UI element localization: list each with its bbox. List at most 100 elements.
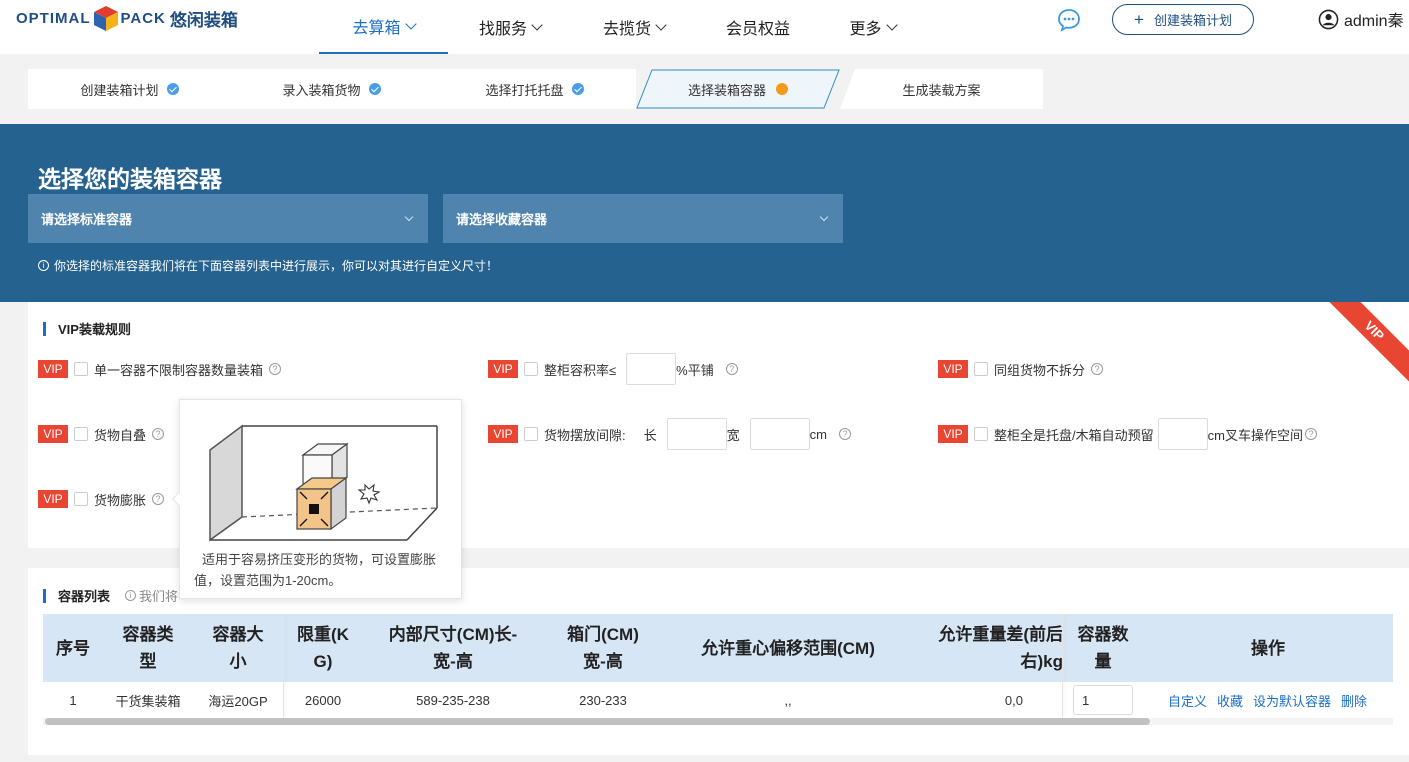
width-label: 宽 xyxy=(726,427,740,443)
header-text: 宽-高 xyxy=(433,652,473,671)
standard-container-select[interactable]: 请选择标准容器 xyxy=(28,194,428,243)
nav-item-label: 去算箱 xyxy=(352,20,401,37)
header-text: 允许重心偏移范围(CM) xyxy=(701,638,875,658)
chevron-down-icon xyxy=(655,18,667,31)
header-text: 型 xyxy=(139,652,157,671)
logo[interactable]: OPTIMAL PACK 悠闲装箱 xyxy=(16,4,238,32)
info-icon: i xyxy=(125,590,136,601)
delete-link[interactable]: 删除 xyxy=(1341,691,1367,710)
step-label: 生成装载方案 xyxy=(902,82,981,98)
cell-weight-diff: 0,0 xyxy=(1004,692,1023,708)
forklift-space-input[interactable] xyxy=(1157,418,1208,450)
fixed-column-divider xyxy=(1062,614,1063,718)
banner-note-text: 你选择的标准容器我们将在下面容器列表中进行展示，你可以对其进行自定义尺寸！ xyxy=(54,259,499,273)
check-icon xyxy=(166,83,179,95)
user-avatar-icon xyxy=(1318,9,1339,29)
help-icon[interactable]: ? xyxy=(839,428,851,440)
plus-icon: + xyxy=(1134,9,1144,29)
check-icon xyxy=(368,83,381,95)
step-label: 录入装箱货物 xyxy=(282,82,361,98)
set-default-link[interactable]: 设为默认容器 xyxy=(1253,691,1331,710)
rule-label-suffix: cm叉车操作空间 xyxy=(1207,427,1303,443)
main-nav: 去算箱 找服务 去揽货 会员权益 更多 xyxy=(319,0,925,54)
header-text: 允许重量差(前后 xyxy=(938,625,1063,644)
vip-corner-ribbon: VIP xyxy=(1313,302,1409,392)
header-offset: 允许重心偏移范围(CM) xyxy=(663,614,913,682)
rule-checkbox[interactable] xyxy=(524,427,538,441)
cell-qty: 1 xyxy=(1063,682,1143,718)
table-horizontal-scrollbar[interactable] xyxy=(43,718,1393,725)
header-text: 序号 xyxy=(56,638,90,658)
expansion-illustration-icon xyxy=(209,424,438,542)
nav-item-more[interactable]: 更多 xyxy=(820,0,925,54)
user-menu[interactable]: admin秦 xyxy=(1318,7,1404,31)
rule-checkbox[interactable] xyxy=(74,362,88,376)
vip-badge: VIP xyxy=(938,360,968,378)
header-text: 小 xyxy=(229,652,247,671)
vip-badge: VIP xyxy=(488,360,518,378)
fixed-column-divider xyxy=(283,614,284,718)
section-title-text: VIP装载规则 xyxy=(58,322,131,337)
step-input-goods[interactable]: 录入装箱货物 xyxy=(230,69,433,109)
help-icon[interactable]: ? xyxy=(152,493,165,505)
header-size: 容器大小 xyxy=(193,614,283,682)
volume-ratio-input[interactable] xyxy=(626,353,677,385)
nav-item-membership[interactable]: 会员权益 xyxy=(696,0,820,54)
gap-width-input[interactable] xyxy=(749,418,810,450)
rule-checkbox[interactable] xyxy=(974,362,988,376)
container-select-banner: 选择您的装箱容器 请选择标准容器 请选择收藏容器 i 你选择的标准容器我们将在下… xyxy=(0,124,1409,302)
help-icon[interactable]: ? xyxy=(269,363,282,375)
header-index: 序号 xyxy=(43,614,103,682)
rule-checkbox[interactable] xyxy=(74,427,88,441)
rule-label: 货物膨胀 xyxy=(94,492,147,508)
logo-cube-icon xyxy=(92,4,120,32)
current-step-dot xyxy=(776,83,788,95)
step-select-container[interactable]: 选择装箱容器 xyxy=(636,69,840,109)
help-icon[interactable]: ? xyxy=(1091,363,1104,375)
header-text: 容器类 xyxy=(122,625,174,644)
header-weight: 限重(K G) xyxy=(283,614,363,682)
help-icon[interactable]: ? xyxy=(152,428,165,440)
logo-text-left: OPTIMAL xyxy=(16,9,91,27)
favorite-container-select[interactable]: 请选择收藏容器 xyxy=(443,194,843,243)
header-weight-diff: 允许重量差(前后 右)kg xyxy=(913,614,1063,682)
header-type: 容器类型 xyxy=(103,614,193,682)
nav-item-label: 去揽货 xyxy=(602,21,651,38)
nav-item-cargo[interactable]: 去揽货 xyxy=(572,0,696,54)
logo-text-cn: 悠闲装箱 xyxy=(169,10,238,30)
create-plan-button[interactable]: + 创建装箱计划 xyxy=(1112,4,1254,35)
customize-link[interactable]: 自定义 xyxy=(1168,691,1207,710)
rule-label: 整柜全是托盘/木箱自动预留 xyxy=(994,427,1154,443)
vip-badge: VIP xyxy=(488,425,518,443)
help-icon[interactable]: ? xyxy=(1304,428,1317,440)
info-icon: i xyxy=(38,260,49,271)
header-text: 宽-高 xyxy=(583,652,623,671)
help-icon[interactable]: ? xyxy=(725,363,738,375)
nav-item-calc[interactable]: 去算箱 xyxy=(319,0,448,54)
select-placeholder: 请选择收藏容器 xyxy=(456,212,548,227)
gap-length-input[interactable] xyxy=(666,418,727,450)
cell-weight: 26000 xyxy=(304,692,342,708)
step-create-plan[interactable]: 创建装箱计划 xyxy=(28,69,231,109)
step-generate-plan[interactable]: 生成装载方案 xyxy=(840,69,1043,109)
check-icon xyxy=(571,83,584,95)
page-title: 选择您的装箱容器 xyxy=(38,166,222,192)
rule-checkbox[interactable] xyxy=(74,492,88,506)
scrollbar-thumb[interactable] xyxy=(45,718,1150,725)
rule-checkbox[interactable] xyxy=(974,427,988,441)
chevron-down-icon xyxy=(819,212,829,222)
section-title-text: 容器列表 xyxy=(58,589,111,604)
rule-checkbox[interactable] xyxy=(524,362,538,376)
length-label: 长 xyxy=(643,427,657,443)
nav-item-label: 会员权益 xyxy=(725,21,790,38)
header-inner-size: 内部尺寸(CM)长- 宽-高 xyxy=(363,614,543,682)
container-qty-input[interactable]: 1 xyxy=(1073,685,1133,715)
chat-icon[interactable] xyxy=(1056,7,1082,33)
logo-text-right: PACK xyxy=(120,9,166,27)
rule-single-container: VIP 单一容器不限制容器数量装箱 ? xyxy=(38,353,282,385)
rule-label-suffix: %平铺 xyxy=(676,362,714,378)
step-select-pallet[interactable]: 选择打托托盘 xyxy=(433,69,636,109)
favorite-link[interactable]: 收藏 xyxy=(1217,691,1243,710)
step-label: 选择打托托盘 xyxy=(485,82,564,98)
nav-item-services[interactable]: 找服务 xyxy=(448,0,572,54)
